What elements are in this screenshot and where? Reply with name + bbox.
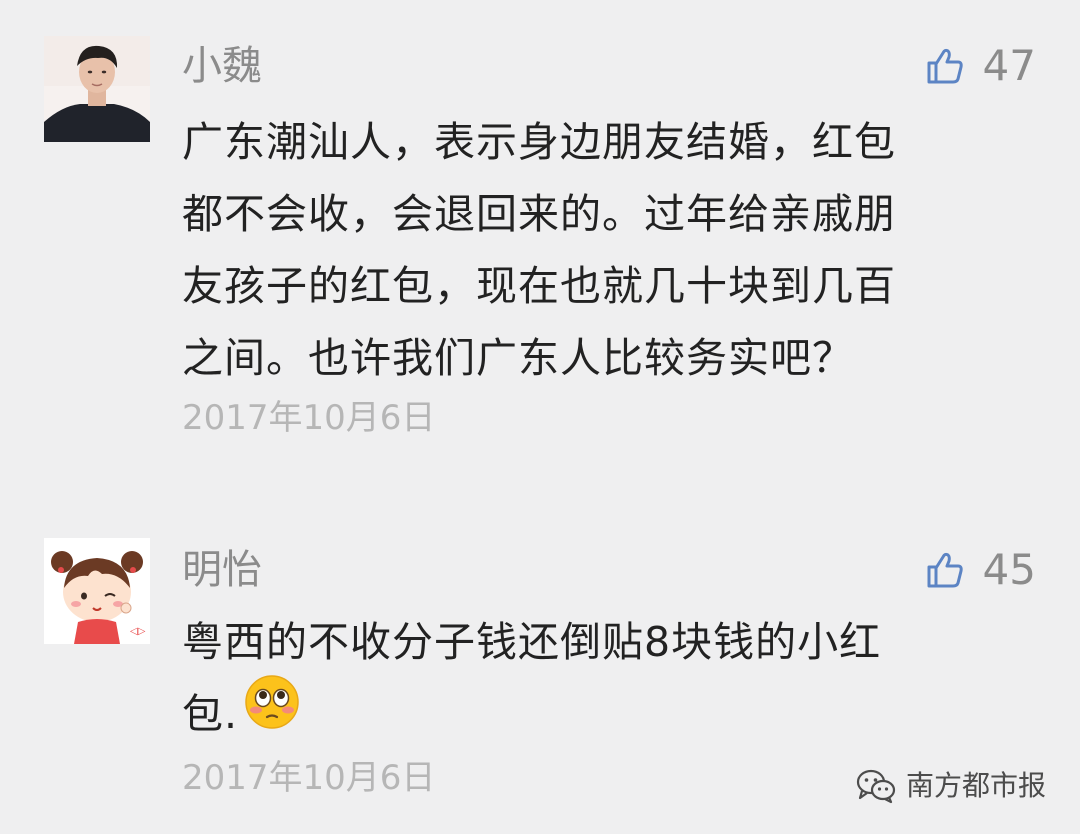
wechat-official-account-icon [856,769,896,804]
thumbs-up-icon [927,552,963,588]
comment-date: 2017年10月6日 [182,758,436,798]
young-man-avatar-icon [44,36,150,142]
comment-text-line-with-emoji: 包. [182,675,1012,756]
comment-text-line: 粤西的不收分子钱还倒贴8块钱的小红 [182,618,882,666]
thumbs-up-icon [927,48,963,84]
watermark-text: 南方都市报 [905,769,1046,802]
username[interactable]: 明怡 [182,544,262,596]
like-button[interactable]: 47 [925,40,1036,92]
like-count: 45 [982,545,1036,594]
source-watermark: 南方都市报 [856,766,1046,806]
comment-text-line: 包. [182,690,239,738]
flushed-face-emoji-icon [244,674,300,752]
username[interactable]: 小魏 [182,40,262,92]
comment-text-line: 友孩子的红包，现在也就几十块到几百 [182,262,896,310]
comment-text: 广东潮汕人，表示身边朋友结婚，红包 都不会收，会退回来的。过年给亲戚朋 友孩子的… [182,106,1012,394]
comment-text-line: 之间。也许我们广东人比较务实吧？ [182,334,854,382]
user-avatar[interactable]: ◁▷ [44,538,150,644]
like-button[interactable]: 45 [925,544,1036,596]
user-avatar[interactable] [44,36,150,142]
comment-text-line: 广东潮汕人，表示身边朋友结婚，红包 [182,118,896,166]
like-count: 47 [982,41,1036,90]
svg-text:◁▷: ◁▷ [130,626,146,637]
comment-text: 粤西的不收分子钱还倒贴8块钱的小红 包. [182,606,1012,756]
comment-text-line: 都不会收，会退回来的。过年给亲戚朋 [182,190,896,238]
cartoon-girl-avatar-icon: ◁▷ [44,538,150,644]
comment-date: 2017年10月6日 [182,398,436,438]
